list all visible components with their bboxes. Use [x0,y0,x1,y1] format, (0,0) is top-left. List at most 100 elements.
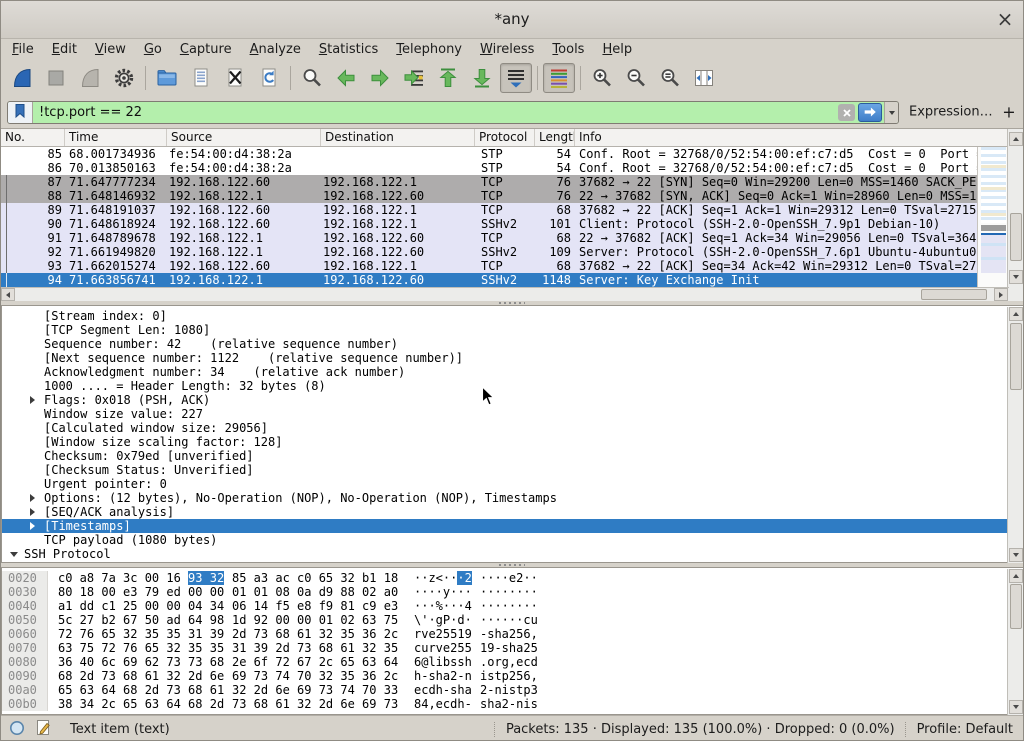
scrollbar-thumb[interactable] [1010,323,1022,390]
scroll-up-button[interactable] [1009,307,1023,321]
menu-view[interactable]: View [86,42,135,57]
detail-line[interactable]: Options: (12 bytes), No-Operation (NOP),… [2,491,1008,505]
detail-line[interactable]: Urgent pointer: 0 [2,477,1008,491]
hex-row-0070[interactable]: 007063 75 72 76 65 32 35 3531 39 2d 73 6… [2,641,1008,655]
packet-row-89[interactable]: 8971.648191037192.168.122.60192.168.122.… [1,203,977,217]
hex-row-00a0[interactable]: 00a065 63 64 68 2d 73 68 6132 2d 6e 69 7… [2,683,1008,697]
packet-bytes-pane[interactable]: 0020c0 a8 7a 3c 00 16 93 3285 a3 ac c0 6… [1,567,1024,715]
go-to-last-packet-button[interactable] [466,63,498,93]
display-filter-input[interactable]: !tcp.port == 22 [33,105,838,120]
filter-bookmark-button[interactable] [8,102,33,123]
detail-line[interactable]: Window size value: 227 [2,407,1008,421]
zoom-in-button[interactable] [586,63,618,93]
hex-row-0090[interactable]: 009068 2d 73 68 61 32 2d 6e69 73 74 70 3… [2,669,1008,683]
column-header-source[interactable]: Source [167,129,321,146]
close-window-button[interactable]: × [993,8,1017,32]
resize-columns-button[interactable] [688,63,720,93]
detail-line[interactable]: Flags: 0x018 (PSH, ACK) [2,393,1008,407]
packet-details-pane[interactable]: [Stream index: 0][TCP Segment Len: 1080]… [1,305,1024,563]
zoom-out-button[interactable] [620,63,652,93]
open-capture-file-button[interactable] [151,63,183,93]
profile-status[interactable]: Profile: Default [917,722,1013,737]
collapsed-arrow-icon[interactable] [30,494,39,502]
packet-list-hscrollbar[interactable] [1,287,1009,301]
menu-analyze[interactable]: Analyze [241,42,310,57]
menu-telephony[interactable]: Telephony [387,42,471,57]
menu-wireless[interactable]: Wireless [471,42,543,57]
column-header-info[interactable]: Info [575,129,1009,146]
detail-line[interactable]: [Stream index: 0] [2,309,1008,323]
packet-row-93[interactable]: 9371.662015274192.168.122.60192.168.122.… [1,259,977,273]
scroll-down-button[interactable] [1009,548,1023,562]
expression-button[interactable]: Expression… [909,104,993,119]
detail-line[interactable]: TCP payload (1080 bytes) [2,533,1008,547]
collapsed-arrow-icon[interactable] [30,396,39,404]
scroll-left-button[interactable] [1,288,15,301]
detail-line[interactable]: [Next sequence number: 1122 (relative se… [2,351,1008,365]
hex-row-0080[interactable]: 008036 40 6c 69 62 73 73 682e 6f 72 67 2… [2,655,1008,669]
packet-list-vscrollbar[interactable] [1007,129,1023,301]
close-capture-file-button[interactable] [219,63,251,93]
menu-statistics[interactable]: Statistics [310,42,387,57]
packet-row-94[interactable]: 9471.663856741192.168.122.1192.168.122.6… [1,273,977,287]
hex-row-0060[interactable]: 006072 76 65 32 35 35 31 392d 73 68 61 3… [2,627,1008,641]
filter-history-dropdown[interactable] [884,102,898,123]
capture-comment-button[interactable] [35,719,52,740]
find-packet-button[interactable] [296,63,328,93]
detail-line[interactable]: [TCP Segment Len: 1080] [2,323,1008,337]
expert-info-button[interactable] [9,720,25,740]
intelligent-scrollbar-minimap[interactable] [977,147,1009,287]
collapsed-arrow-icon[interactable] [30,508,39,516]
hex-row-0050[interactable]: 00505c 27 b2 67 50 ad 64 981d 92 00 00 0… [2,613,1008,627]
detail-line[interactable]: 1000 .... = Header Length: 32 bytes (8) [2,379,1008,393]
scrollbar-thumb[interactable] [1010,213,1022,261]
go-to-packet-button[interactable] [398,63,430,93]
menu-file[interactable]: File [3,42,43,57]
menu-help[interactable]: Help [593,42,641,57]
packet-row-85[interactable]: 8568.001734936fe:54:00:d4:38:2aSTP54Conf… [1,147,977,161]
filter-clear-button[interactable] [838,104,855,121]
detail-line[interactable]: Checksum: 0x79ed [unverified] [2,449,1008,463]
scrollbar-thumb[interactable] [1010,584,1022,629]
hscrollbar-thumb[interactable] [921,289,987,300]
go-forward-button[interactable] [364,63,396,93]
scroll-up-button[interactable] [1009,132,1023,146]
capture-options-button[interactable] [108,63,140,93]
stop-capture-button[interactable] [40,63,72,93]
column-header-protocol[interactable]: Protocol [475,129,535,146]
display-filter-field[interactable]: !tcp.port == 22 [7,101,899,124]
zoom-reset-button[interactable] [654,63,686,93]
column-header-length[interactable]: Length [535,129,575,146]
packet-row-88[interactable]: 8871.648146932192.168.122.1192.168.122.6… [1,189,977,203]
detail-line[interactable]: [Timestamps] [2,519,1008,533]
scroll-up-button[interactable] [1009,569,1023,583]
detail-line[interactable]: [Window size scaling factor: 128] [2,435,1008,449]
column-header-time[interactable]: Time [65,129,167,146]
packet-row-91[interactable]: 9171.648789678192.168.122.1192.168.122.6… [1,231,977,245]
save-capture-file-button[interactable] [185,63,217,93]
scroll-down-button[interactable] [1009,270,1023,284]
hex-row-00b0[interactable]: 00b038 34 2c 65 63 64 68 2d73 68 61 32 2… [2,697,1008,711]
packet-row-86[interactable]: 8670.013850163fe:54:00:d4:38:2aSTP54Conf… [1,161,977,175]
hex-row-0030[interactable]: 003080 18 00 e3 79 ed 00 0001 01 08 0a d… [2,585,1008,599]
detail-line[interactable]: [SEQ/ACK analysis] [2,505,1008,519]
collapsed-arrow-icon[interactable] [30,522,39,530]
hex-row-0020[interactable]: 0020c0 a8 7a 3c 00 16 93 3285 a3 ac c0 6… [2,571,1008,585]
start-capture-button[interactable] [6,63,38,93]
menu-go[interactable]: Go [135,42,171,57]
colorize-toggle-button[interactable] [543,63,575,93]
detail-line[interactable]: Sequence number: 42 (relative sequence n… [2,337,1008,351]
menu-tools[interactable]: Tools [543,42,593,57]
reload-capture-file-button[interactable] [253,63,285,93]
go-to-first-packet-button[interactable] [432,63,464,93]
packet-row-92[interactable]: 9271.661949820192.168.122.1192.168.122.6… [1,245,977,259]
hex-vscrollbar[interactable] [1007,569,1023,715]
detail-line[interactable]: [Calculated window size: 29056] [2,421,1008,435]
detail-line[interactable]: [Checksum Status: Unverified] [2,463,1008,477]
detail-line[interactable]: Acknowledgment number: 34 (relative ack … [2,365,1008,379]
title-bar[interactable]: *any × [1,1,1023,39]
packet-row-87[interactable]: 8771.647777234192.168.122.60192.168.122.… [1,175,977,189]
restart-capture-button[interactable] [74,63,106,93]
menu-capture[interactable]: Capture [171,42,241,57]
scroll-right-button[interactable] [994,288,1008,301]
